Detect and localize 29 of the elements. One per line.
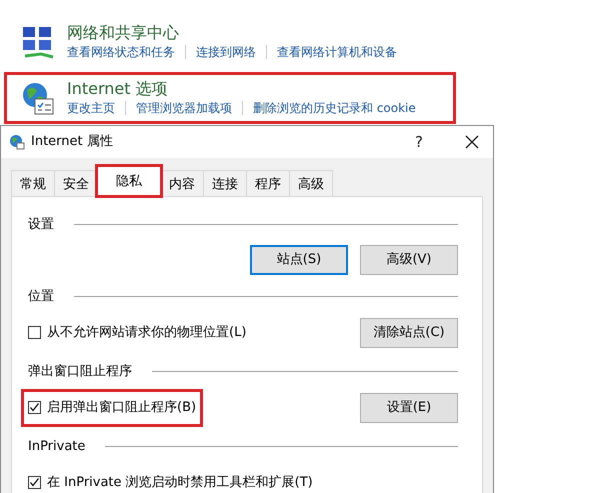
- section-heading: 弹出窗口阻止程序: [28, 362, 132, 380]
- tab[interactable]: 隐私: [97, 166, 161, 196]
- globe-icon: [9, 134, 25, 150]
- task-link[interactable]: 删除浏览的历史记录和 cookie: [253, 99, 416, 117]
- dialog-button[interactable]: 站点(S): [250, 244, 348, 274]
- task-link[interactable]: 更改主页: [67, 99, 115, 117]
- tab[interactable]: 常规: [11, 170, 55, 196]
- window-title: Internet 属性: [31, 133, 114, 152]
- item-title-link[interactable]: 网络和共享中心: [67, 23, 397, 43]
- task-link[interactable]: 连接到网络: [196, 43, 256, 61]
- section-heading: InPrivate: [28, 438, 86, 456]
- checkbox[interactable]: [28, 326, 41, 340]
- task-link[interactable]: 查看网络计算机和设备: [277, 43, 397, 61]
- checkbox-label[interactable]: 从不允许网站请求你的物理位置(L): [47, 323, 246, 342]
- dialog-button[interactable]: 清除站点(C): [360, 318, 458, 348]
- dialog-button[interactable]: 设置(E): [360, 392, 458, 423]
- help-button[interactable]: ?: [415, 130, 423, 154]
- checkbox[interactable]: [28, 401, 41, 414]
- dialog-button[interactable]: 高级(V): [360, 244, 458, 274]
- close-button[interactable]: [465, 135, 479, 149]
- section-heading: 位置: [28, 288, 54, 306]
- item-title-link[interactable]: Internet 选项: [67, 79, 416, 99]
- task-link[interactable]: 管理浏览器加载项: [136, 99, 232, 117]
- section-heading: 设置: [28, 216, 54, 234]
- checkbox[interactable]: [28, 476, 41, 490]
- task-link[interactable]: 查看网络状态和任务: [67, 43, 175, 61]
- checkbox-label[interactable]: 在 InPrivate 浏览启动时禁用工具栏和扩展(T): [47, 473, 313, 492]
- tab[interactable]: 高级: [289, 170, 333, 196]
- checkbox-label[interactable]: 启用弹出窗口阻止程序(B): [47, 398, 196, 418]
